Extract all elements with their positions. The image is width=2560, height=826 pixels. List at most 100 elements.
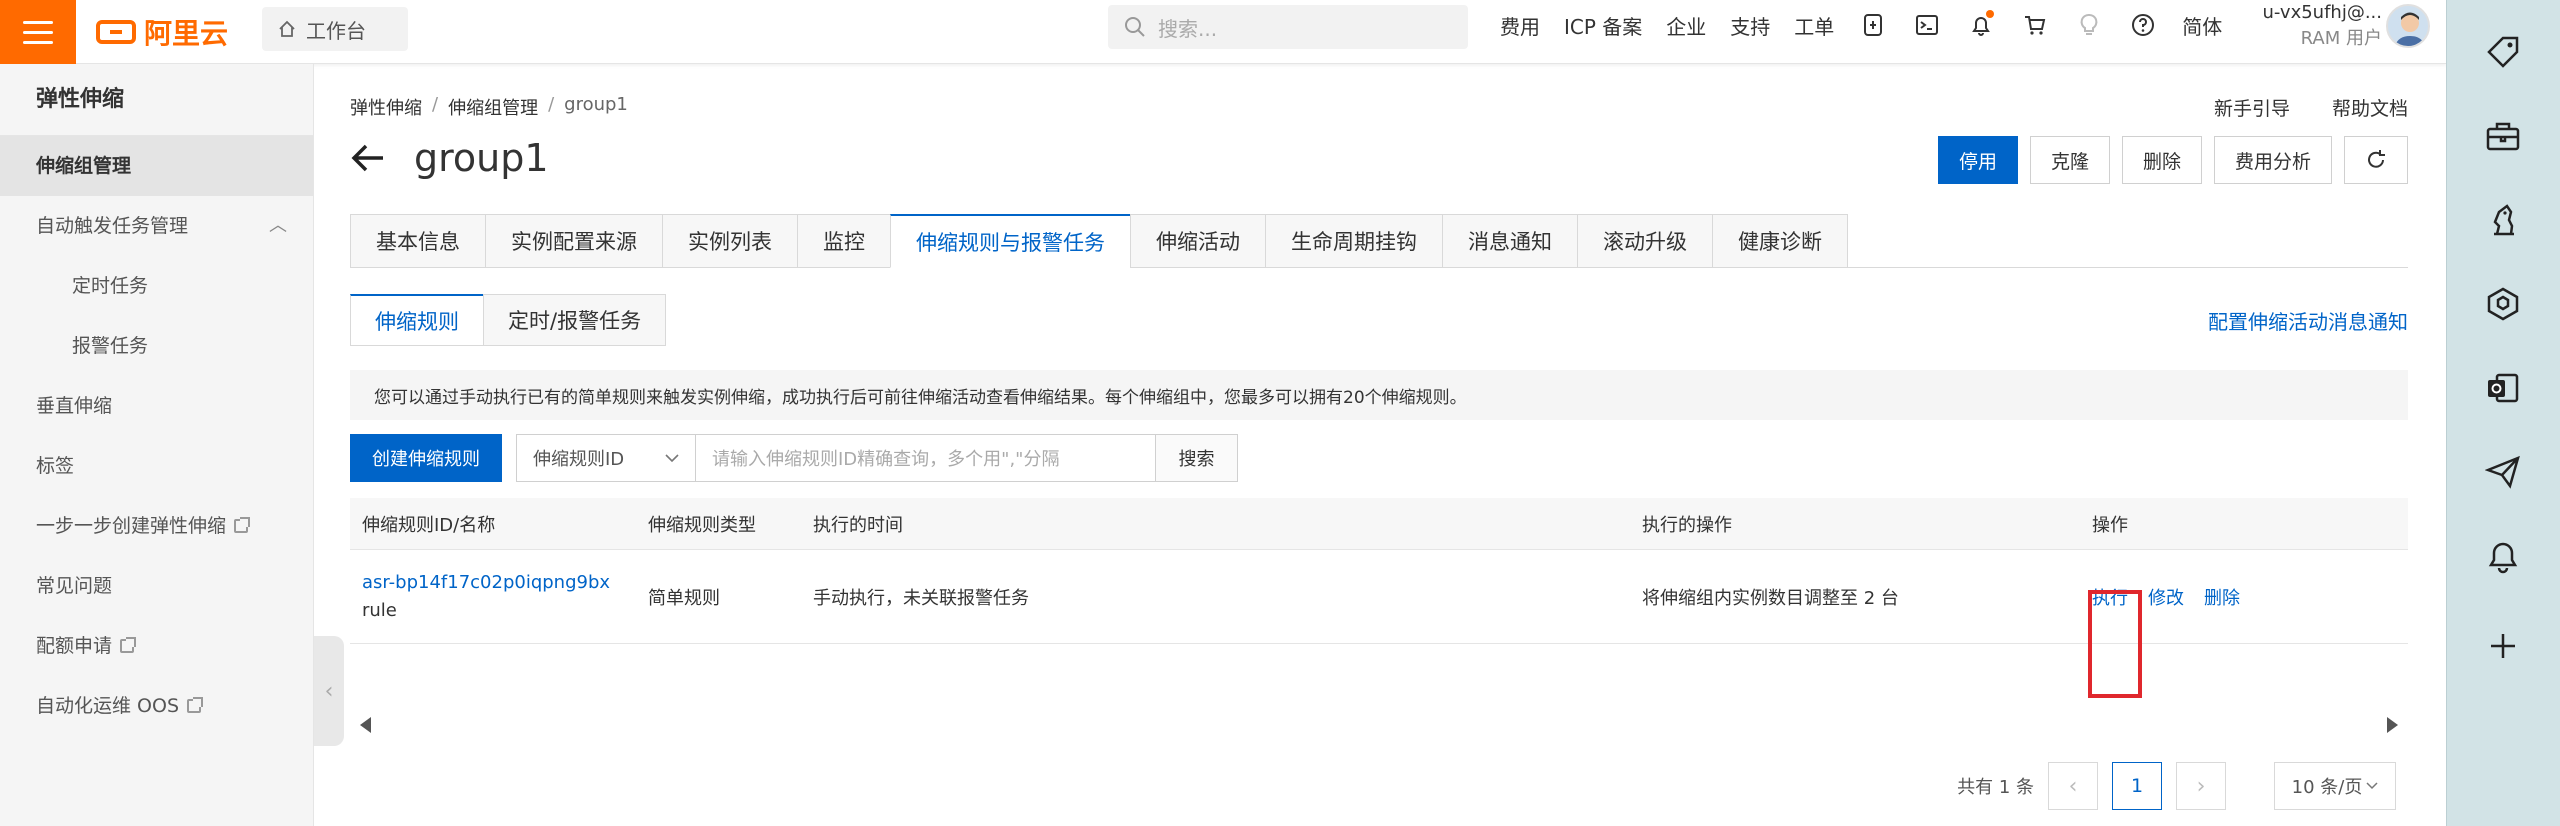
sidebar-item-label: 定时任务 [72,275,149,297]
bell-icon[interactable] [1966,10,1996,40]
breadcrumb-auto-scaling[interactable]: 弹性伸缩 [350,94,422,120]
sidebar-item-label: 常见问题 [36,575,113,597]
outlook-icon[interactable] [2481,366,2525,410]
filter-select[interactable]: 伸缩规则ID [516,434,696,482]
total-count: 共有 1 条 [1957,777,2034,798]
ai-assistant-icon[interactable] [1858,10,1888,40]
refresh-icon [2368,150,2385,168]
disable-button[interactable]: 停用 [1937,136,2018,184]
external-link-icon [234,517,251,533]
sidebar-item-faq[interactable]: 常见问题 [0,556,313,616]
refresh-button[interactable] [2344,136,2408,184]
horizontal-scrollbar[interactable] [350,708,2408,742]
right-tool-bar [2446,0,2560,826]
hamburger-menu-icon[interactable] [0,0,76,64]
sidebar-item-quota[interactable]: 配额申请 [0,616,313,676]
tab-instance-list[interactable]: 实例列表 [662,214,797,268]
sidebar-item-label: 自动触发任务管理 [36,215,189,237]
next-page-button[interactable]: › [2176,762,2226,810]
tab-instance-config[interactable]: 实例配置来源 [485,214,662,268]
search-icon [1125,17,1145,37]
workbench-button[interactable]: 工作台 [262,7,408,51]
create-rule-button[interactable]: 创建伸缩规则 [350,434,502,482]
user-role: RAM 用户 [2300,28,2382,49]
execute-highlight-box [2088,590,2142,698]
info-notice: 您可以通过手动执行已有的简单规则来触发实例伸缩，成功执行后可前往伸缩活动查看伸缩… [350,370,2408,420]
toolbox-icon[interactable] [2481,114,2525,158]
help-icon[interactable] [2128,10,2158,40]
tag-icon[interactable] [2481,30,2525,74]
pagination: 共有 1 条 ‹ 1 › 10 条/页 [1957,762,2396,810]
subtab-scheduled-alarm-tasks[interactable]: 定时/报警任务 [483,294,667,346]
scroll-left-icon[interactable] [360,717,371,733]
send-icon[interactable] [2481,450,2525,494]
scroll-right-icon[interactable] [2387,717,2398,733]
sidebar-item-step-by-step[interactable]: 一步一步创建弹性伸缩 [0,496,313,556]
cart-icon[interactable] [2020,10,2050,40]
chess-knight-icon[interactable] [2481,198,2525,242]
lightbulb-icon[interactable] [2074,10,2104,40]
column-header-action: 执行的操作 [1642,514,1732,536]
rule-query-input[interactable]: 请输入伸缩规则ID精确查询，多个用","分隔 [696,434,1156,482]
nav-support[interactable]: 支持 [1730,11,1770,40]
page-number-button[interactable]: 1 [2112,762,2162,810]
tab-scaling-rules[interactable]: 伸缩规则与报警任务 [890,214,1130,268]
sidebar-item-label: 配额申请 [36,635,113,657]
rule-id-link[interactable]: asr-bp14f17c02p0iqpng9bx [362,569,610,597]
beginner-guide-link[interactable]: 新手引导 [2214,94,2290,121]
cube-icon[interactable] [2481,282,2525,326]
tab-basic-info[interactable]: 基本信息 [350,214,485,268]
sidebar-item-oos[interactable]: 自动化运维 OOS [0,676,313,736]
prev-page-button[interactable]: ‹ [2048,762,2098,810]
sidebar-item-tags[interactable]: 标签 [0,436,313,496]
terminal-icon[interactable] [1912,10,1942,40]
delete-group-button[interactable]: 删除 [2121,136,2202,184]
chevron-down-icon [665,454,679,463]
nav-ticket[interactable]: 工单 [1794,11,1834,40]
bell-outline-icon[interactable] [2481,534,2525,578]
page-size-select[interactable]: 10 条/页 [2274,762,2396,810]
chevron-left-icon: ‹ [2068,773,2078,799]
configure-notification-link[interactable]: 配置伸缩活动消息通知 [2208,306,2408,335]
left-sidebar: 弹性伸缩 伸缩组管理 自动触发任务管理 ︿ 定时任务 报警任务 垂直伸缩 标签 一… [0,64,314,826]
language-switch[interactable]: 简体 [2182,11,2222,40]
sidebar-item-scheduled-tasks[interactable]: 定时任务 [0,256,313,316]
sidebar-item-auto-tasks[interactable]: 自动触发任务管理 ︿ [0,196,313,256]
modify-link[interactable]: 修改 [2148,584,2184,610]
sidebar-item-label: 自动化运维 OOS [36,695,180,717]
column-header-type: 伸缩规则类型 [648,514,756,536]
nav-icp[interactable]: ICP 备案 [1564,11,1642,40]
aliyun-logo[interactable]: 阿里云 [96,11,228,53]
filter-select-value: 伸缩规则ID [533,449,625,470]
back-arrow-icon[interactable] [350,140,386,176]
sidebar-item-alarm-tasks[interactable]: 报警任务 [0,316,313,376]
tab-lifecycle-hooks[interactable]: 生命周期挂钩 [1265,214,1442,268]
breadcrumb: 弹性伸缩 / 伸缩组管理 / group1 [350,94,628,120]
tab-notifications[interactable]: 消息通知 [1442,214,1577,268]
sidebar-item-vertical-scaling[interactable]: 垂直伸缩 [0,376,313,436]
global-search-input[interactable]: 搜索... [1108,5,1468,49]
sidebar-item-scaling-groups[interactable]: 伸缩组管理 [0,136,313,196]
subtab-scaling-rules[interactable]: 伸缩规则 [350,294,483,346]
search-button[interactable]: 搜索 [1156,434,1238,482]
breadcrumb-scaling-groups[interactable]: 伸缩组管理 [448,94,538,120]
cost-analysis-button[interactable]: 费用分析 [2213,136,2332,184]
delete-link[interactable]: 删除 [2204,584,2240,610]
tab-monitoring[interactable]: 监控 [797,214,890,268]
nav-cost[interactable]: 费用 [1500,11,1540,40]
tab-rolling-upgrade[interactable]: 滚动升级 [1577,214,1712,268]
add-icon[interactable] [2481,624,2525,668]
nav-enterprise[interactable]: 企业 [1666,11,1706,40]
tab-scaling-activities[interactable]: 伸缩活动 [1130,214,1265,268]
help-docs-link[interactable]: 帮助文档 [2332,94,2408,121]
page-header: group1 [350,136,549,180]
clone-button[interactable]: 克隆 [2029,136,2110,184]
avatar[interactable] [2386,4,2430,48]
tab-health-diagnosis[interactable]: 健康诊断 [1712,214,1848,268]
rule-time-cell: 手动执行，未关联报警任务 [813,587,1029,609]
main-content: 弹性伸缩 / 伸缩组管理 / group1 新手引导 帮助文档 group1 停… [314,64,2446,826]
user-info[interactable]: u-vx5ufhj@... RAM 用户 [2254,0,2383,56]
column-header-ops: 操作 [2092,514,2128,536]
top-nav-links: 费用 ICP 备案 企业 支持 工单 简体 [1500,0,2222,50]
page-title: group1 [414,136,549,180]
